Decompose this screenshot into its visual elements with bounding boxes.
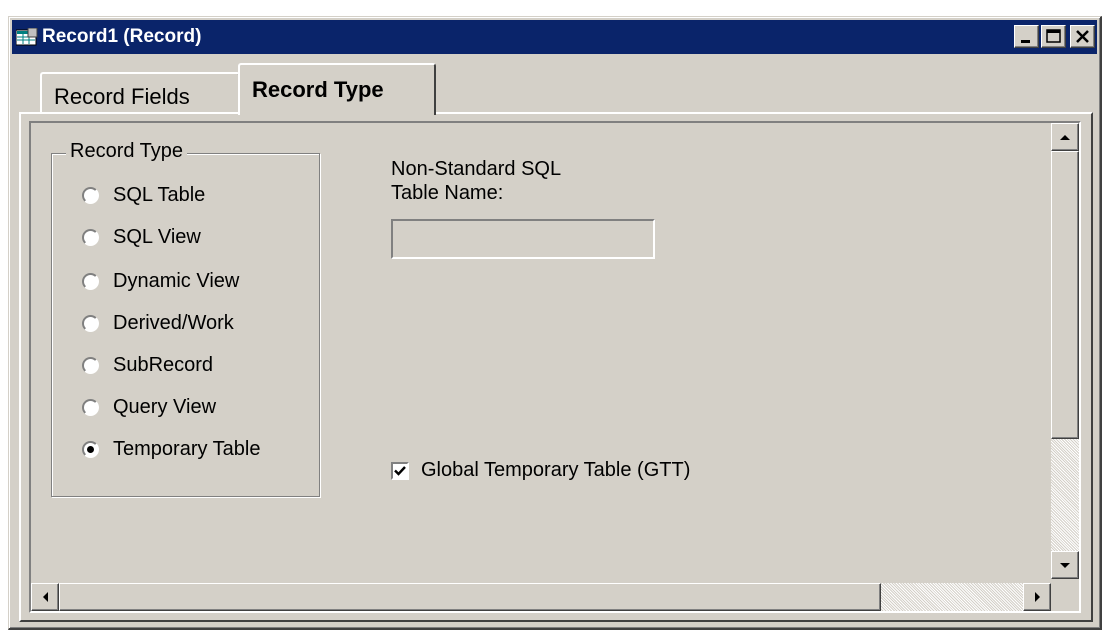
window-title: Record1 (Record) <box>42 26 202 47</box>
gtt-checkbox[interactable] <box>391 461 409 480</box>
radio-label: Query View <box>113 396 217 419</box>
maximize-button[interactable] <box>1041 25 1066 48</box>
radio-sql-table[interactable]: SQL Table <box>82 184 205 212</box>
scroll-up-button[interactable] <box>1051 123 1079 151</box>
vertical-scroll-thumb[interactable] <box>1051 151 1079 439</box>
close-icon <box>1076 30 1089 43</box>
record-window: Record1 (Record) Record Fields Record Ty… <box>8 16 1102 630</box>
maximize-icon <box>1046 29 1061 43</box>
radio-label: SubRecord <box>113 354 214 377</box>
tab-panel: Record Type SQL Table SQL View Dynamic V… <box>19 112 1093 622</box>
radio-label: Dynamic View <box>113 270 240 293</box>
group-label: Record Type <box>66 140 188 163</box>
radio-button[interactable] <box>82 315 99 333</box>
tab-label: Record Fields <box>54 84 190 109</box>
label-line: Table Name: <box>391 182 504 204</box>
tab-label: Record Type <box>252 77 384 102</box>
minimize-button[interactable] <box>1014 25 1039 48</box>
scroll-left-button[interactable] <box>31 583 59 611</box>
close-button[interactable] <box>1070 25 1095 48</box>
record-type-group: Record Type SQL Table SQL View Dynamic V… <box>51 140 320 497</box>
radio-query-view[interactable]: Query View <box>82 396 216 424</box>
radio-button[interactable] <box>82 273 99 291</box>
radio-label: SQL Table <box>113 184 206 207</box>
scrollbar-corner <box>1051 583 1079 611</box>
radio-label: Derived/Work <box>113 312 234 335</box>
radio-subrecord[interactable]: SubRecord <box>82 354 213 382</box>
horizontal-scrollbar[interactable] <box>31 583 1051 611</box>
radio-button[interactable] <box>82 357 99 375</box>
radio-button[interactable] <box>82 229 99 247</box>
title-bar[interactable]: Record1 (Record) <box>12 20 1097 54</box>
radio-dynamic-view[interactable]: Dynamic View <box>82 270 239 298</box>
arrow-up-icon <box>1060 135 1070 140</box>
arrow-left-icon <box>43 592 48 602</box>
record-icon <box>16 28 38 46</box>
arrow-right-icon <box>1035 592 1040 602</box>
scroll-right-button[interactable] <box>1023 583 1051 611</box>
checkmark-icon <box>394 465 406 476</box>
vertical-scrollbar[interactable] <box>1051 123 1079 579</box>
non-standard-sql-label: Non-Standard SQL Table Name: <box>391 157 561 205</box>
radio-label: Temporary Table <box>113 438 261 461</box>
arrow-down-icon <box>1060 563 1070 568</box>
scroll-down-button[interactable] <box>1051 551 1079 579</box>
scroll-view: Record Type SQL Table SQL View Dynamic V… <box>29 121 1081 613</box>
radio-button-selected[interactable] <box>82 441 99 459</box>
radio-temporary-table[interactable]: Temporary Table <box>82 438 260 466</box>
non-standard-sql-table-name-input[interactable] <box>391 219 655 259</box>
radio-derived-work[interactable]: Derived/Work <box>82 312 234 340</box>
horizontal-scroll-thumb[interactable] <box>59 583 881 611</box>
gtt-label: Global Temporary Table (GTT) <box>421 459 691 482</box>
tab-record-type[interactable]: Record Type <box>238 63 436 115</box>
tab-record-fields[interactable]: Record Fields <box>40 72 240 114</box>
radio-button[interactable] <box>82 187 99 205</box>
label-line: Non-Standard SQL <box>391 158 562 180</box>
radio-sql-view[interactable]: SQL View <box>82 226 201 254</box>
radio-label: SQL View <box>113 226 201 249</box>
gtt-checkbox-row[interactable]: Global Temporary Table (GTT) <box>391 459 690 482</box>
minimize-icon <box>1021 40 1030 43</box>
radio-button[interactable] <box>82 399 99 417</box>
